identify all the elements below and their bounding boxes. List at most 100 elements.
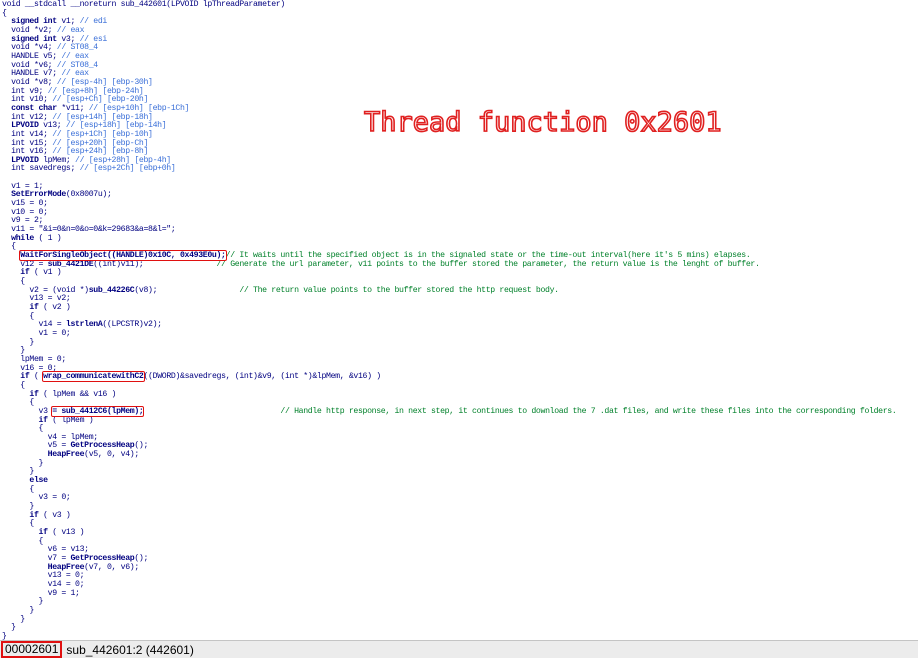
code-line[interactable]: } xyxy=(2,623,896,633)
code-line[interactable]: if ( lpMem ) xyxy=(2,416,896,426)
code-line[interactable]: HANDLE v5; // eax xyxy=(2,52,896,62)
code-line[interactable]: if ( lpMem && v16 ) xyxy=(2,390,896,400)
code-comment[interactable]: // ST08_4 xyxy=(57,43,98,52)
code-token[interactable]: } xyxy=(2,346,25,355)
highlight-wait-call[interactable]: WaitForSingleObject((HANDLE)0x10C, 0x493… xyxy=(19,250,227,262)
code-comment[interactable]: // eax xyxy=(61,69,89,78)
code-token[interactable]: void *v8; xyxy=(2,78,57,87)
code-token[interactable]: v6 = v13; xyxy=(2,545,89,555)
code-line[interactable]: } xyxy=(2,468,896,477)
code-token[interactable]: const char xyxy=(2,104,57,113)
code-comment[interactable]: // [esp+10h] [ebp-1Ch] xyxy=(89,104,190,113)
code-token[interactable]: v7 = xyxy=(2,554,70,563)
code-token[interactable]: v15 = 0; xyxy=(2,199,48,208)
code-token[interactable]: HANDLE v7; xyxy=(2,69,61,78)
code-token[interactable]: ((int)v11); xyxy=(93,260,216,269)
code-token[interactable]: ( v2 ) xyxy=(39,303,71,312)
code-line[interactable]: { xyxy=(2,485,896,495)
code-token[interactable]: else xyxy=(2,476,48,485)
code-token[interactable]: } xyxy=(2,606,34,615)
code-line[interactable]: HeapFree(v5, 0, v4); xyxy=(2,450,896,460)
code-token[interactable]: SetErrorMode xyxy=(2,190,66,200)
code-token[interactable]: ((DWORD)&savedregs, (int)&v9, (int *)&lp… xyxy=(144,372,382,381)
code-comment[interactable]: // Generate the url parameter, v11 point… xyxy=(217,260,760,269)
code-line[interactable]: } xyxy=(2,338,896,348)
code-token[interactable]: v1 = 0; xyxy=(2,329,71,338)
code-line[interactable]: if ( wrap_communicatewithC2((DWORD)&save… xyxy=(2,371,896,383)
code-token[interactable]: { xyxy=(2,277,25,286)
code-line[interactable]: signed int v3; // esi xyxy=(2,35,896,45)
code-line[interactable]: { xyxy=(2,424,896,434)
code-token[interactable]: (0x8007u); xyxy=(66,190,112,200)
highlight-response-handler[interactable]: = sub_4412C6(lpMem); xyxy=(51,405,145,417)
code-token[interactable]: { xyxy=(2,398,34,407)
code-token[interactable]: v10 = 0; xyxy=(2,208,48,217)
code-line[interactable]: void *v2; // eax xyxy=(2,26,896,36)
code-token[interactable]: HANDLE v5; xyxy=(2,52,61,61)
code-token[interactable]: (); xyxy=(134,554,148,563)
code-token[interactable]: v1; xyxy=(57,17,80,26)
code-line[interactable]: { xyxy=(2,381,896,391)
code-token[interactable]: ( v3 ) xyxy=(39,511,71,520)
code-comment[interactable]: // [esp+Ch] [ebp-20h] xyxy=(52,95,148,104)
code-comment[interactable]: // [esp+2Ch] [ebp+0h] xyxy=(80,164,176,174)
code-token[interactable]: void __stdcall __noreturn sub_442601(LPV… xyxy=(2,0,285,9)
code-token[interactable]: int v16; xyxy=(2,147,52,156)
code-token[interactable]: ( xyxy=(29,372,43,381)
code-line[interactable]: v15 = 0; xyxy=(2,199,896,209)
code-line[interactable]: } xyxy=(2,632,896,640)
code-comment[interactable]: // [esp+1Ch] [ebp-10h] xyxy=(52,130,153,139)
code-token[interactable]: ( lpMem && v16 ) xyxy=(39,390,116,399)
code-line[interactable]: void *v4; // ST08_4 xyxy=(2,43,896,53)
code-line[interactable]: if ( v3 ) xyxy=(2,511,896,521)
code-line[interactable]: v12 = sub_4421DE((int)v11); // Generate … xyxy=(2,260,896,270)
code-line[interactable]: } xyxy=(2,346,896,356)
code-token[interactable]: v14 = xyxy=(2,320,66,329)
code-line[interactable]: v1 = 0; xyxy=(2,329,896,339)
code-line[interactable]: int savedregs; // [esp+2Ch] [ebp+0h] xyxy=(2,165,896,174)
code-line[interactable]: } xyxy=(2,615,896,625)
code-comment[interactable]: // [esp+24h] [ebp-8h] xyxy=(52,147,148,156)
pseudocode-text[interactable]: void __stdcall __noreturn sub_442601(LPV… xyxy=(2,0,897,640)
code-token[interactable]: HeapFree xyxy=(2,450,85,459)
code-token[interactable]: v13 = v2; xyxy=(2,294,70,303)
code-line[interactable]: { xyxy=(2,537,896,547)
code-line[interactable]: if ( v13 ) xyxy=(2,528,896,538)
code-token[interactable]: ((LPCSTR)v2); xyxy=(102,320,162,329)
code-line[interactable]: v1 = 1; xyxy=(2,182,896,192)
code-token[interactable]: v2 = (void *) xyxy=(2,286,89,295)
code-token[interactable]: lpMem = 0; xyxy=(2,355,66,364)
code-token[interactable]: } xyxy=(2,597,44,606)
code-token[interactable]: v13 = 0; xyxy=(2,571,85,580)
code-line[interactable]: v9 = 1; xyxy=(2,589,896,599)
code-token[interactable]: ( v1 ) xyxy=(29,268,62,278)
code-token[interactable]: ( 1 ) xyxy=(34,234,62,243)
code-token[interactable]: if xyxy=(2,528,48,537)
code-token[interactable]: ( lpMem ) xyxy=(48,416,93,425)
code-token[interactable]: (v7, 0, v6); xyxy=(84,563,139,572)
code-line[interactable]: { xyxy=(2,520,896,529)
code-line[interactable]: } xyxy=(2,597,896,607)
code-token[interactable]: { xyxy=(2,381,25,390)
code-token[interactable]: } xyxy=(2,632,7,640)
code-token[interactable]: GetProcessHeap xyxy=(70,554,134,563)
code-token[interactable]: if xyxy=(2,372,29,381)
code-token[interactable]: } xyxy=(2,502,34,511)
code-line[interactable]: lpMem = 0; xyxy=(2,355,896,365)
code-token[interactable]: ( v13 ) xyxy=(48,528,84,537)
code-token[interactable]: sub_44226C xyxy=(89,286,135,295)
code-line[interactable]: void __stdcall __noreturn sub_442601(LPV… xyxy=(2,0,896,10)
code-line[interactable]: v2 = (void *)sub_44226C(v8); // The retu… xyxy=(2,286,896,296)
code-line[interactable]: signed int v1; // edi xyxy=(2,17,896,27)
code-comment[interactable]: // [esp+18h] [ebp-14h] xyxy=(66,121,167,130)
code-token[interactable]: if xyxy=(2,268,29,278)
code-token[interactable]: int v10; xyxy=(2,95,52,104)
code-token[interactable] xyxy=(2,251,20,260)
code-line[interactable]: void *v6; // ST08_4 xyxy=(2,61,896,71)
code-line[interactable]: } xyxy=(2,606,896,616)
code-token[interactable]: { xyxy=(2,485,34,494)
code-line[interactable] xyxy=(2,174,896,183)
code-line[interactable]: v14 = lstrlenA((LPCSTR)v2); xyxy=(2,320,896,330)
code-line[interactable]: v14 = 0; xyxy=(2,580,896,590)
code-token[interactable]: v3 xyxy=(2,407,52,416)
